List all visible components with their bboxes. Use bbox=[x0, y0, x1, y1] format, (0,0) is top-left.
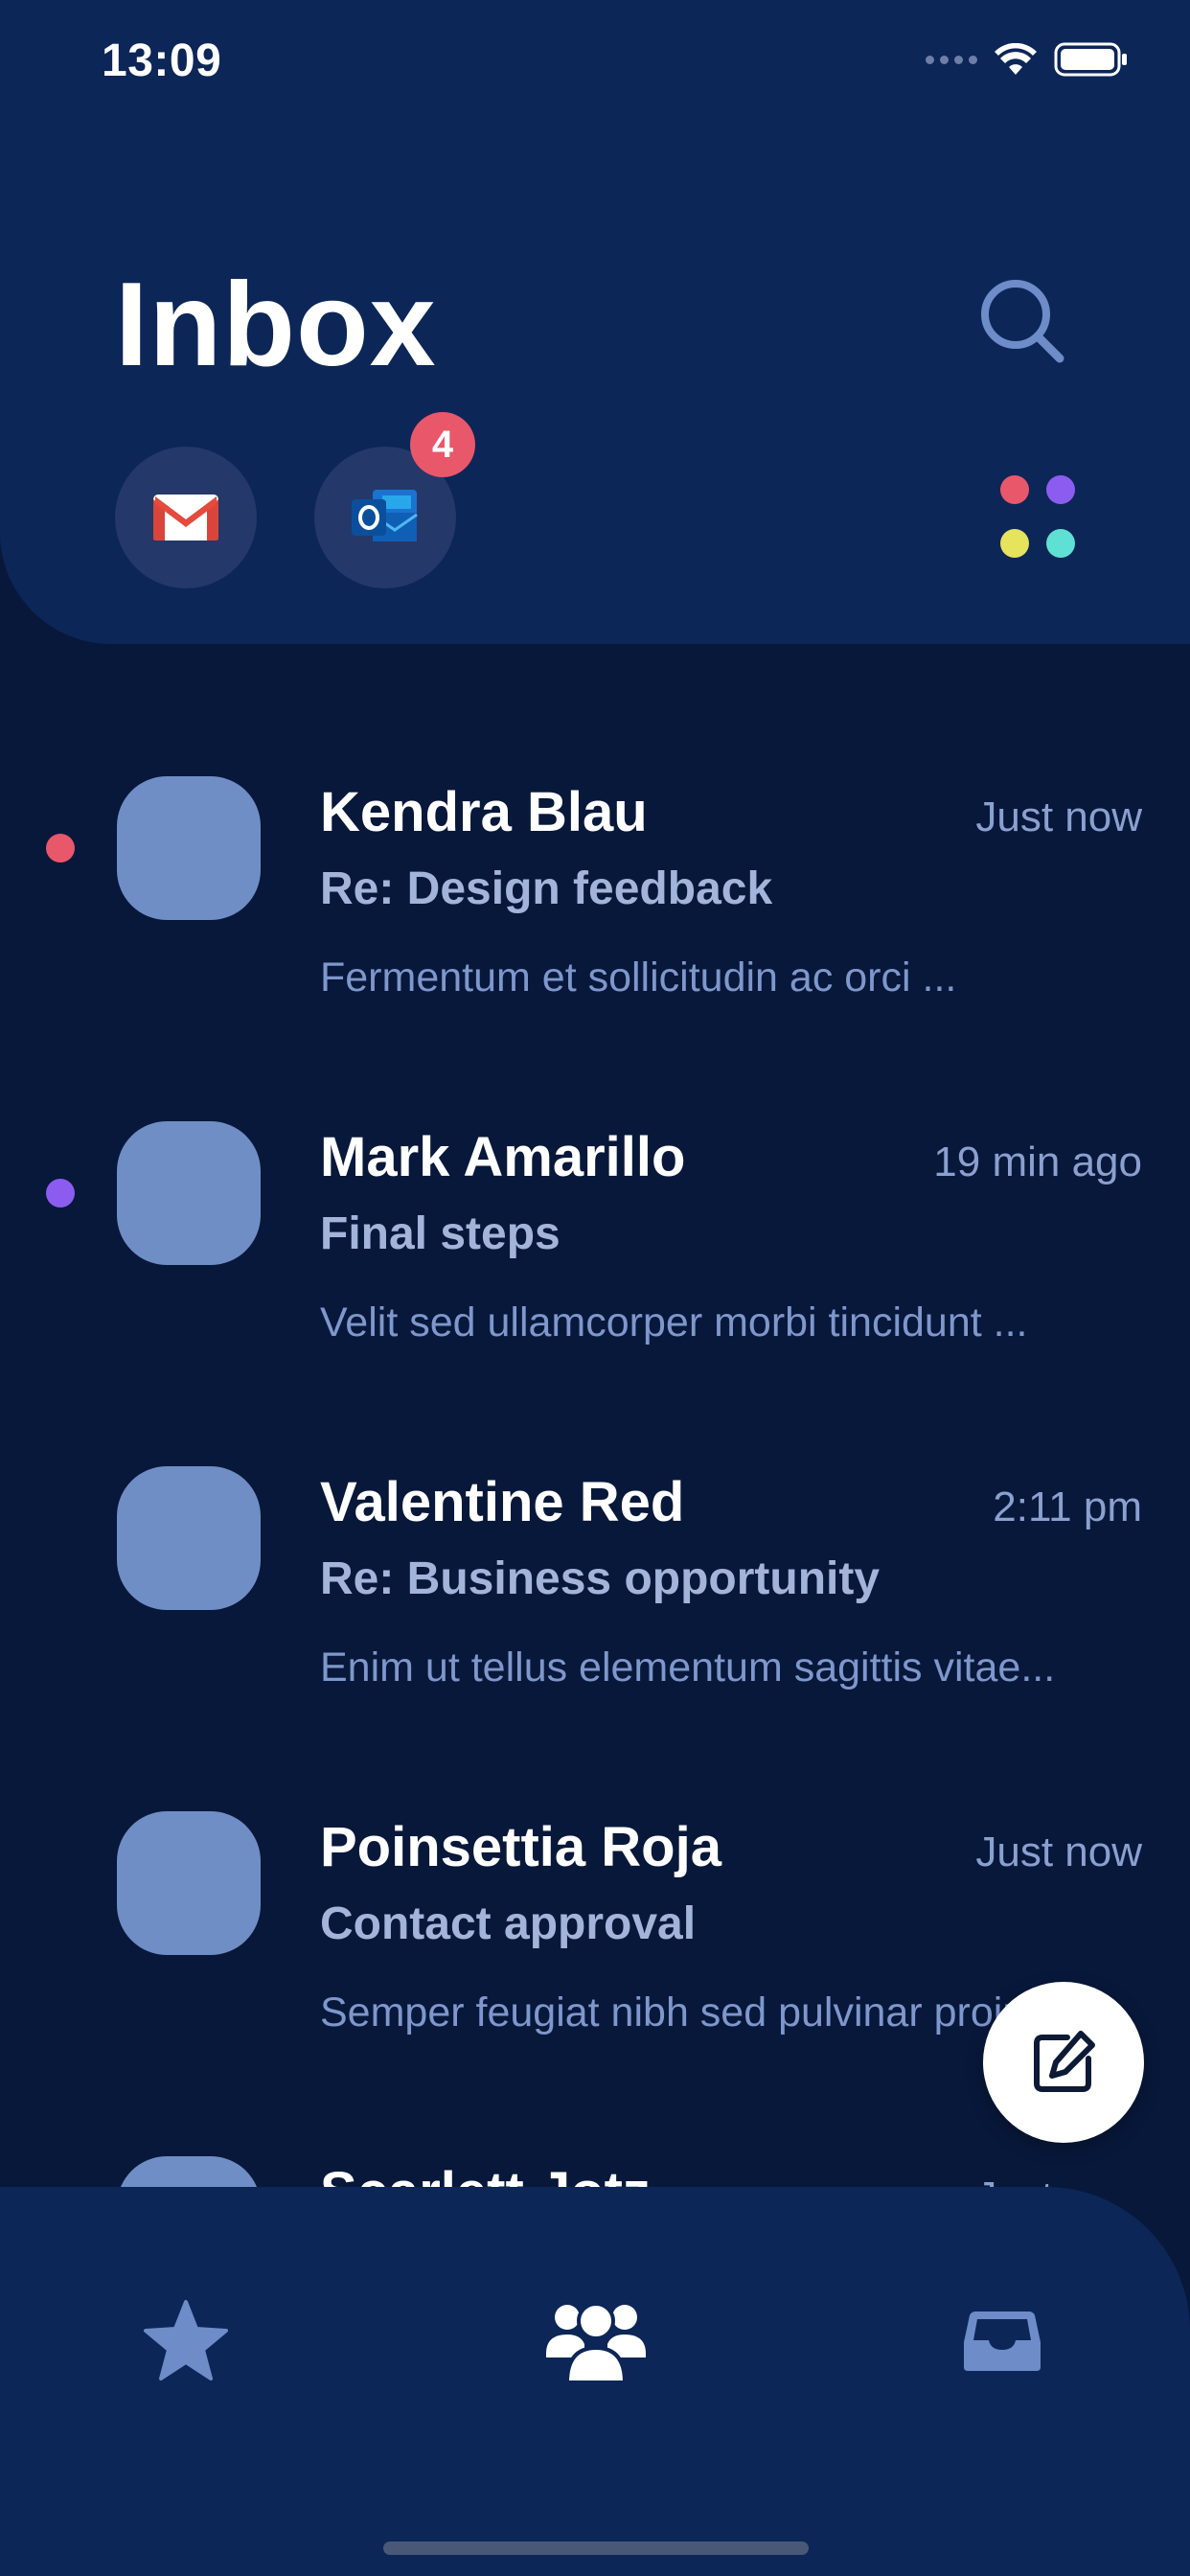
compose-button[interactable] bbox=[983, 1982, 1144, 2143]
outlook-icon bbox=[352, 490, 418, 541]
email-subject: Re: Design feedback bbox=[320, 863, 773, 914]
labels-filter-button[interactable] bbox=[996, 475, 1079, 558]
email-snippet: Enim ut tellus elementum sagittis vitae.… bbox=[320, 1644, 1056, 1690]
email-list: Kendra Blau Just now Re: Design feedback… bbox=[0, 644, 1190, 2187]
label-dot-red bbox=[1000, 475, 1029, 504]
email-time: 2:11 pm bbox=[993, 1484, 1142, 1530]
email-time: 19 min ago bbox=[933, 1138, 1142, 1185]
label-dot-yellow bbox=[1000, 529, 1029, 558]
email-sender: Scarlett Jotz bbox=[320, 2160, 651, 2187]
email-snippet: Fermentum et sollicitudin ac orci ... bbox=[320, 954, 957, 1000]
email-list-item[interactable]: Kendra Blau Just now Re: Design feedback… bbox=[0, 702, 1190, 1046]
search-button[interactable] bbox=[975, 274, 1071, 370]
unread-indicator-dot bbox=[46, 1179, 75, 1208]
email-list-item[interactable]: Mark Amarillo 19 min ago Final steps Vel… bbox=[0, 1046, 1190, 1392]
compose-icon bbox=[1034, 2031, 1095, 2092]
avatar bbox=[117, 776, 261, 920]
label-dot-purple bbox=[1046, 475, 1075, 504]
signal-icon bbox=[926, 55, 977, 64]
status-bar-indicators bbox=[926, 42, 1129, 77]
avatar bbox=[117, 1121, 261, 1265]
star-icon bbox=[144, 2300, 228, 2380]
account-outlook-button[interactable]: 4 bbox=[314, 412, 475, 588]
home-indicator bbox=[383, 2542, 809, 2555]
email-sender: Poinsettia Roja bbox=[320, 1816, 721, 1878]
battery-icon bbox=[1054, 42, 1129, 77]
email-time: Just now bbox=[975, 2174, 1142, 2187]
avatar bbox=[117, 1466, 261, 1610]
email-time: Just now bbox=[975, 1828, 1142, 1875]
bottom-navigation bbox=[0, 2187, 1190, 2576]
unread-indicator-dot bbox=[46, 834, 75, 862]
email-sender: Mark Amarillo bbox=[320, 1126, 686, 1188]
gmail-icon bbox=[153, 494, 218, 540]
email-subject: Re: Business opportunity bbox=[320, 1553, 881, 1604]
avatar bbox=[117, 1811, 261, 1955]
email-subject: Contact approval bbox=[320, 1898, 697, 1949]
email-sender: Valentine Red bbox=[320, 1471, 685, 1533]
account-gmail-button[interactable] bbox=[115, 447, 257, 588]
avatar bbox=[117, 2156, 261, 2187]
nav-contacts-tab[interactable] bbox=[538, 2283, 653, 2398]
email-list-item[interactable]: Valentine Red 2:11 pm Re: Business oppor… bbox=[0, 1392, 1190, 1736]
label-dot-teal bbox=[1046, 529, 1075, 558]
nav-inbox-tab[interactable] bbox=[945, 2283, 1060, 2398]
inbox-tray-icon bbox=[964, 2312, 1041, 2371]
email-time: Just now bbox=[975, 794, 1142, 840]
unread-count-badge: 4 bbox=[410, 412, 475, 477]
wifi-icon bbox=[995, 43, 1037, 76]
page-title: Inbox bbox=[115, 259, 437, 391]
search-icon bbox=[981, 280, 1064, 363]
status-bar-time: 13:09 bbox=[102, 35, 222, 86]
email-subject: Final steps bbox=[320, 1208, 561, 1259]
people-icon bbox=[546, 2302, 646, 2384]
email-sender: Kendra Blau bbox=[320, 781, 648, 843]
email-snippet: Velit sed ullamcorper morbi tincidunt ..… bbox=[320, 1300, 1028, 1346]
nav-favorites-tab[interactable] bbox=[128, 2283, 243, 2398]
inbox-header: 13:09 Inbox 4 bbox=[0, 0, 1190, 644]
inbox-screen: 13:09 Inbox 4 Kendra Blau Just now Re: D… bbox=[0, 0, 1190, 2576]
